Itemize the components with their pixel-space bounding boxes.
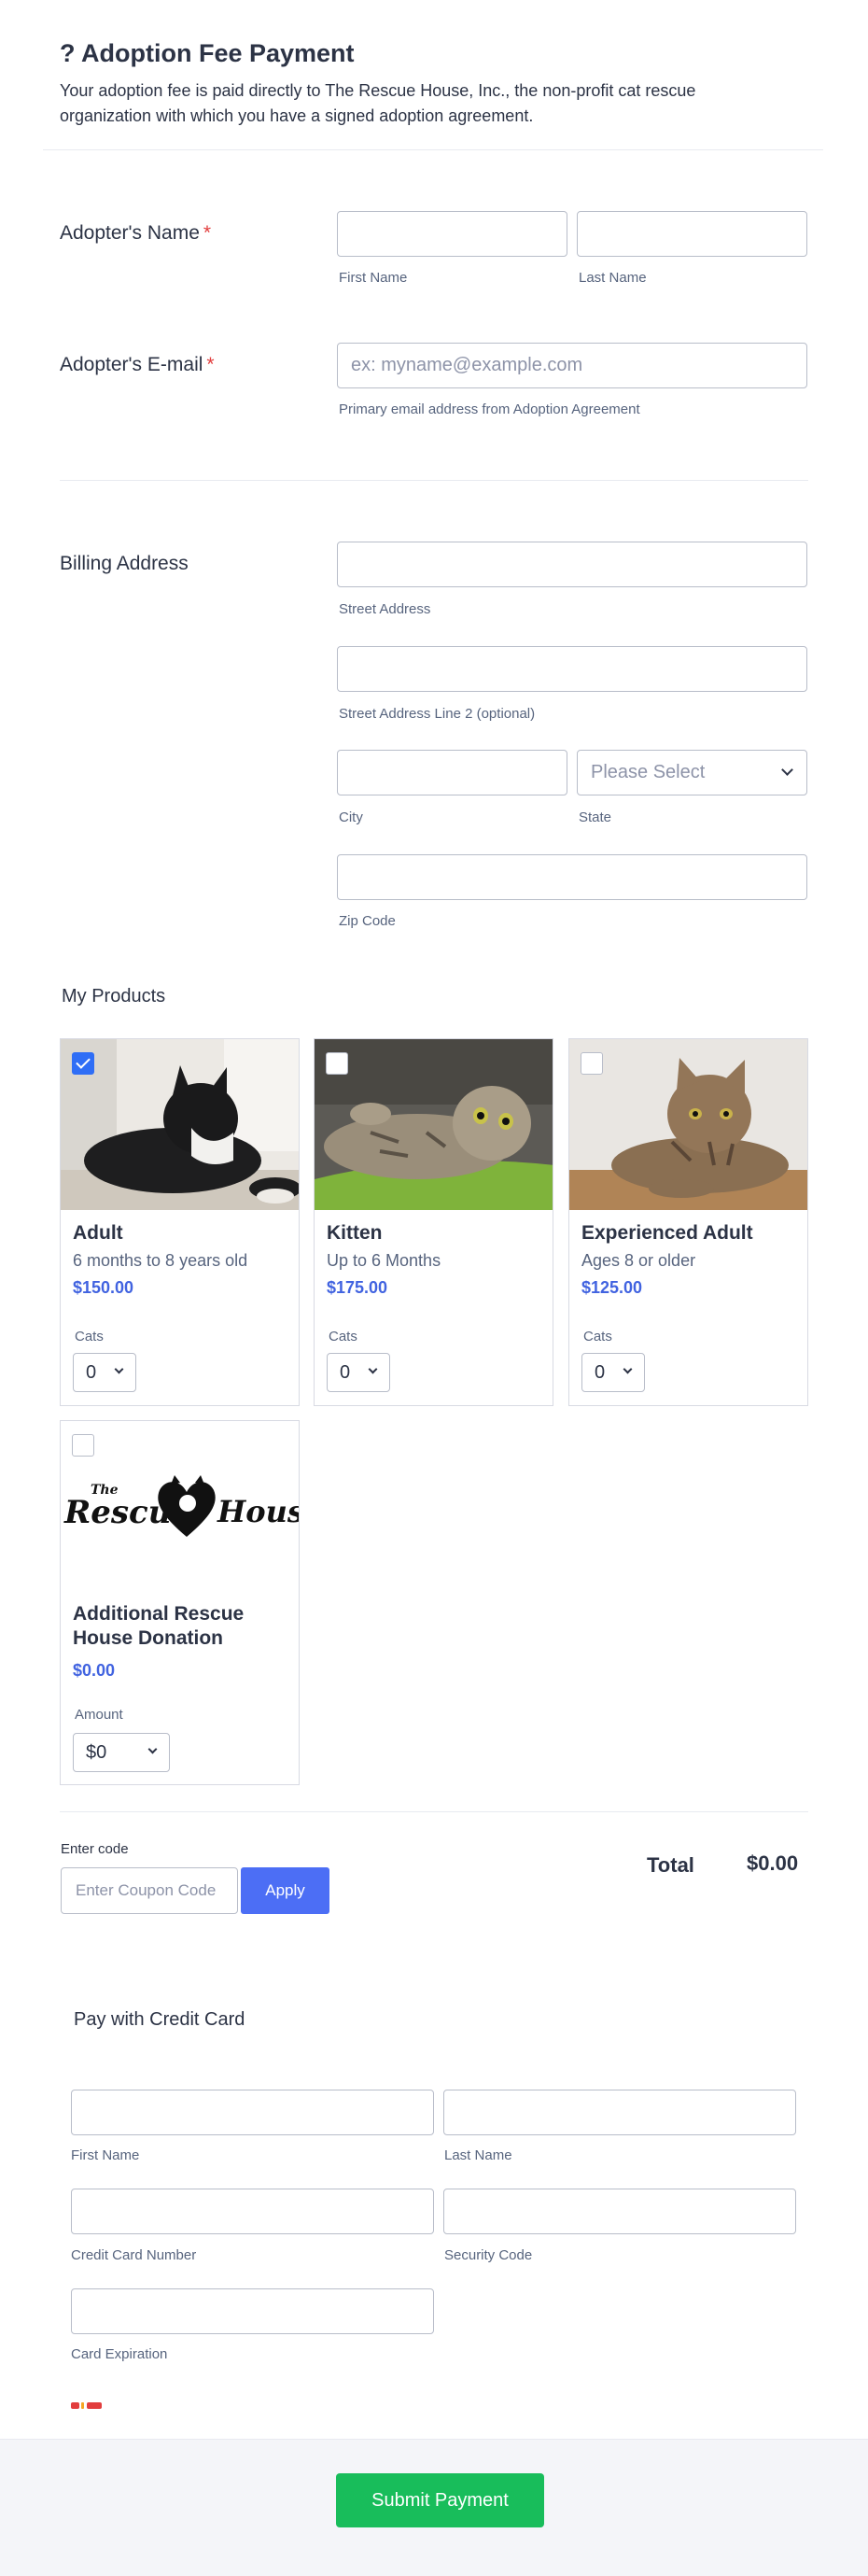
product-name: Kitten [327, 1222, 383, 1244]
quantity-select[interactable]: 0 [327, 1353, 390, 1392]
chevron-down-icon [114, 1364, 124, 1374]
chevron-down-icon [147, 1744, 158, 1754]
card-brand-icon [71, 2398, 102, 2409]
coupon-label: Enter code [61, 1841, 129, 1857]
page-subtitle: Your adoption fee is paid directly to Th… [60, 81, 696, 125]
quantity-select[interactable]: 0 [73, 1353, 136, 1392]
cc-last-name-sublabel: Last Name [444, 2147, 512, 2163]
submit-payment-button[interactable]: Submit Payment [336, 2473, 544, 2527]
required-mark: * [206, 354, 215, 375]
email-field-label: Adopter's E-mail * [60, 354, 215, 376]
state-select[interactable]: Please Select [577, 750, 807, 795]
products-divider [60, 1811, 808, 1812]
product-name: Additional Rescue House Donation [73, 1603, 245, 1649]
product-description: Up to 6 Months [327, 1251, 441, 1270]
product-image-tabby-cat [569, 1039, 807, 1210]
city-input[interactable] [337, 750, 567, 795]
city-sublabel: City [339, 809, 363, 825]
amount-label: Amount [75, 1707, 123, 1723]
card-expiration-input[interactable] [71, 2288, 434, 2334]
section-divider [60, 480, 808, 481]
quantity-value: 0 [595, 1362, 606, 1383]
product-price: $150.00 [73, 1278, 134, 1297]
apply-coupon-button[interactable]: Apply [241, 1867, 329, 1914]
last-name-sublabel: Last Name [579, 270, 647, 286]
page-title: ? Adoption Fee Payment [60, 39, 355, 67]
product-price: $0.00 [73, 1661, 116, 1680]
credit-card-number-sublabel: Credit Card Number [71, 2247, 197, 2263]
email-input[interactable]: ex: myname@example.com [337, 343, 807, 388]
zip-code-input[interactable] [337, 854, 807, 900]
first-name-sublabel: First Name [339, 270, 408, 286]
cc-first-name-sublabel: First Name [71, 2147, 140, 2163]
email-help-text: Primary email address from Adoption Agre… [339, 401, 640, 417]
product-checkbox-kitten[interactable] [326, 1052, 348, 1075]
cc-last-name-input[interactable] [443, 2090, 796, 2135]
quantity-select[interactable]: 0 [581, 1353, 645, 1392]
product-price: $125.00 [581, 1278, 643, 1297]
products-title: My Products [62, 986, 166, 1006]
credit-card-number-input[interactable] [71, 2189, 434, 2234]
product-card-donation[interactable]: The Rescue House Additional Rescue House… [60, 1420, 300, 1785]
street-address-input[interactable] [337, 542, 807, 587]
product-description: 6 months to 8 years old [73, 1251, 248, 1270]
product-card-kitten[interactable]: Kitten Up to 6 Months $175.00 Cats 0 [314, 1038, 553, 1406]
quantity-value: 0 [340, 1362, 351, 1383]
chevron-down-icon [781, 764, 793, 776]
logo-text-house: House [217, 1494, 299, 1529]
street-address-sublabel: Street Address [339, 601, 431, 617]
cc-first-name-input[interactable] [71, 2090, 434, 2135]
quantity-label: Cats [583, 1329, 612, 1344]
street-address-2-sublabel: Street Address Line 2 (optional) [339, 706, 536, 722]
total-value: $0.00 [747, 1851, 799, 1875]
first-name-input[interactable] [337, 211, 567, 257]
amount-select[interactable]: $0 [73, 1733, 170, 1772]
quantity-label: Cats [75, 1329, 104, 1344]
payment-section-title: Pay with Credit Card [74, 2009, 245, 2030]
quantity-value: 0 [86, 1362, 97, 1383]
chevron-down-icon [623, 1364, 633, 1374]
security-code-sublabel: Security Code [444, 2247, 533, 2263]
name-label-text: Adopter's Name [60, 222, 200, 244]
required-mark: * [203, 222, 212, 244]
chevron-down-icon [368, 1364, 378, 1374]
product-card-adult[interactable]: Adult 6 months to 8 years old $150.00 Ca… [60, 1038, 300, 1406]
header-divider [43, 149, 823, 150]
product-name: Adult [73, 1222, 123, 1244]
product-image-tabby-kitten [315, 1039, 553, 1210]
state-placeholder: Please Select [591, 762, 706, 782]
billing-field-label: Billing Address [60, 553, 189, 574]
total-label: Total [647, 1853, 694, 1877]
heart-cat-logo-icon [158, 1475, 216, 1537]
state-sublabel: State [579, 809, 612, 825]
product-price: $175.00 [327, 1278, 388, 1297]
product-card-experienced-adult[interactable]: Experienced Adult Ages 8 or older $125.0… [568, 1038, 808, 1406]
product-checkbox-donation[interactable] [72, 1434, 94, 1457]
name-field-label: Adopter's Name * [60, 222, 211, 245]
rescue-house-logo: The Rescue House [61, 1421, 299, 1592]
product-checkbox-adult[interactable] [72, 1052, 94, 1075]
product-description: Ages 8 or older [581, 1251, 696, 1270]
product-checkbox-experienced-adult[interactable] [581, 1052, 603, 1075]
amount-value: $0 [86, 1742, 107, 1763]
email-label-text: Adopter's E-mail [60, 354, 203, 375]
quantity-label: Cats [329, 1329, 357, 1344]
product-image-black-cat [61, 1039, 299, 1210]
last-name-input[interactable] [577, 211, 807, 257]
street-address-2-input[interactable] [337, 646, 807, 692]
email-placeholder: ex: myname@example.com [351, 355, 583, 375]
coupon-input[interactable]: Enter Coupon Code [61, 1867, 238, 1914]
zip-code-sublabel: Zip Code [339, 913, 396, 929]
card-expiration-sublabel: Card Expiration [71, 2346, 168, 2362]
coupon-placeholder: Enter Coupon Code [76, 1881, 217, 1899]
product-name: Experienced Adult [581, 1222, 753, 1244]
security-code-input[interactable] [443, 2189, 796, 2234]
